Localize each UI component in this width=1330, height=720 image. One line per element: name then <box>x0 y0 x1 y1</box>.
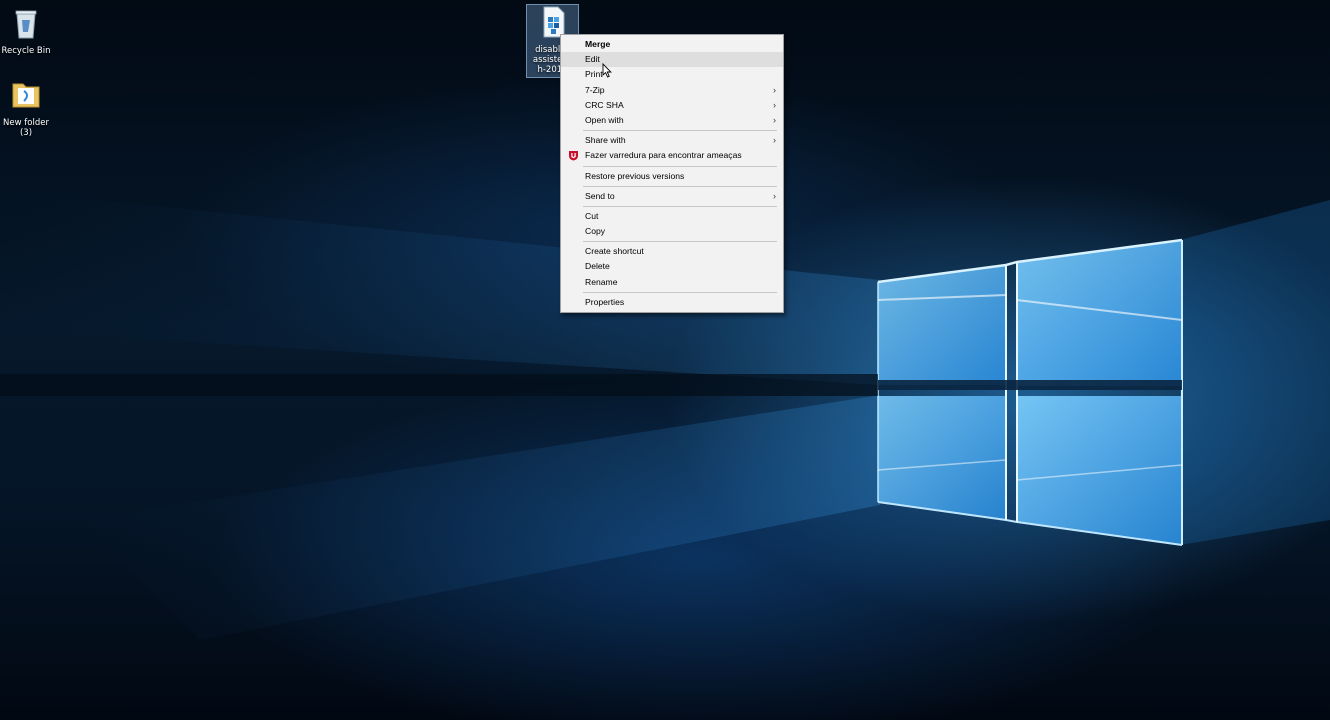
menu-item-open-with[interactable]: Open with › <box>561 113 783 128</box>
new-folder-shortcut[interactable]: New folder (3) <box>0 78 56 138</box>
menu-item-label: Edit <box>585 54 600 65</box>
menu-item-label: Print <box>585 69 603 80</box>
menu-item-merge[interactable]: Merge <box>561 37 783 52</box>
menu-separator <box>583 291 777 293</box>
context-menu: Merge Edit Print 7-Zip › CRC SHA › Open wi… <box>560 34 784 313</box>
menu-item-properties[interactable]: Properties <box>561 295 783 310</box>
menu-item-edit[interactable]: Edit <box>561 52 783 68</box>
menu-item-scan-threats[interactable]: Fazer varredura para encontrar ameaças <box>561 148 783 163</box>
menu-item-label: Create shortcut <box>585 246 644 257</box>
menu-item-label: 7-Zip <box>585 84 605 95</box>
menu-item-label: Restore previous versions <box>585 170 685 181</box>
chevron-right-icon: › <box>773 84 776 95</box>
menu-item-delete[interactable]: Delete <box>561 259 783 274</box>
menu-item-7zip[interactable]: 7-Zip › <box>561 83 783 98</box>
menu-item-label: Rename <box>585 276 618 287</box>
menu-item-label: Copy <box>585 226 606 237</box>
menu-item-label: Open with <box>585 114 624 125</box>
recycle-bin-shortcut[interactable]: Recycle Bin <box>0 6 56 56</box>
folder-icon <box>12 83 40 108</box>
menu-separator <box>583 205 777 207</box>
menu-item-cut[interactable]: Cut <box>561 209 783 224</box>
mcafee-shield-icon <box>569 151 578 161</box>
menu-item-label: Send to <box>585 190 615 201</box>
menu-separator <box>583 130 777 132</box>
menu-item-restore-previous-versions[interactable]: Restore previous versions <box>561 169 783 184</box>
menu-item-copy[interactable]: Copy <box>561 224 783 239</box>
menu-item-rename[interactable]: Rename <box>561 275 783 290</box>
menu-item-share-with[interactable]: Share with › <box>561 133 783 148</box>
chevron-right-icon: › <box>773 190 776 201</box>
chevron-right-icon: › <box>773 114 776 125</box>
menu-separator <box>583 185 777 187</box>
new-folder-label: New folder (3) <box>3 118 49 138</box>
menu-item-print[interactable]: Print <box>561 67 783 82</box>
recycle-bin-label: Recycle Bin <box>1 46 51 56</box>
menu-item-label: Merge <box>585 39 611 49</box>
menu-item-label: Fazer varredura para encontrar ameaças <box>585 150 742 161</box>
menu-item-label: Cut <box>585 210 599 221</box>
desktop[interactable]: Recycle Bin New folder (3) disables assi… <box>0 0 1330 720</box>
menu-item-create-shortcut[interactable]: Create shortcut <box>561 244 783 259</box>
menu-item-label: Share with <box>585 135 626 146</box>
menu-item-send-to[interactable]: Send to › <box>561 189 783 204</box>
menu-item-label: CRC SHA <box>585 99 624 110</box>
recycle-bin-icon <box>15 10 37 39</box>
menu-item-label: Delete <box>585 261 610 272</box>
menu-item-crc-sha[interactable]: CRC SHA › <box>561 98 783 113</box>
menu-separator <box>583 165 777 167</box>
menu-separator <box>583 241 777 243</box>
chevron-right-icon: › <box>773 135 776 146</box>
chevron-right-icon: › <box>773 99 776 110</box>
mouse-pointer-icon <box>602 63 612 78</box>
menu-item-label: Properties <box>585 296 625 307</box>
